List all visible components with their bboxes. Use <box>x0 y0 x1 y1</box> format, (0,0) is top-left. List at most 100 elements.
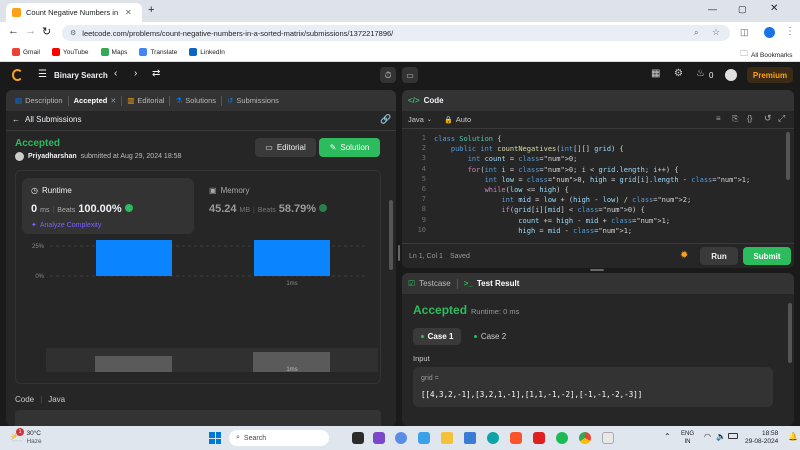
memory-card[interactable]: ▣ Memory 45.24 MB | Beats 58.79% <box>200 178 372 234</box>
volume-icon[interactable]: 🔈 <box>716 432 726 441</box>
battery-icon[interactable] <box>728 433 738 439</box>
app-icon[interactable] <box>602 432 614 444</box>
tab-description[interactable]: ▤ Description <box>10 96 68 105</box>
browser-tab[interactable]: Count Negative Numbers in a S ✕ <box>6 3 142 22</box>
chrome-menu-icon[interactable]: ⋮ <box>785 26 795 37</box>
show-hidden-icons-icon[interactable]: ⌃ <box>664 432 671 441</box>
taskbar-search[interactable]: ⌕ Search <box>229 430 329 446</box>
notifications-icon[interactable]: 🔔 <box>788 432 798 441</box>
braces-icon[interactable]: {} <box>747 114 752 123</box>
code-line: class Solution { <box>434 135 502 143</box>
tab-solutions[interactable]: ⚗ Solutions <box>170 96 221 105</box>
all-bookmarks[interactable]: 🗀 All Bookmarks <box>740 48 793 62</box>
bookmark-star-icon[interactable]: ☆ <box>712 27 720 38</box>
bookmark-label: LinkedIn <box>200 48 225 56</box>
windows-start-icon[interactable] <box>209 432 221 444</box>
username[interactable]: Priyadharshan <box>28 153 77 160</box>
edge-icon[interactable] <box>487 432 499 444</box>
pass-dot-icon <box>473 335 477 338</box>
leetcode-logo-icon[interactable] <box>12 69 23 81</box>
address-bar[interactable]: ⚙ leetcode.com/problems/count-negative-n… <box>62 25 730 41</box>
user-avatar[interactable] <box>725 69 737 81</box>
editor-scrollbar[interactable] <box>786 132 790 180</box>
copilot-app-icon[interactable] <box>395 432 407 444</box>
extensions-icon[interactable]: ◫ <box>740 27 749 38</box>
file-explorer-icon[interactable] <box>441 432 453 444</box>
chrome-icon[interactable] <box>579 432 591 444</box>
tab-testcase[interactable]: ☑ Testcase <box>408 279 451 288</box>
submit-button[interactable]: Submit <box>743 247 791 265</box>
profile-avatar[interactable] <box>764 27 775 38</box>
bookmark-youtube[interactable]: YouTube <box>51 48 89 56</box>
case-1-tab[interactable]: Case 1 <box>413 328 461 345</box>
format-icon[interactable]: ≡ <box>716 114 721 123</box>
solution-button[interactable]: ✎ Solution <box>319 138 380 157</box>
notes-icon[interactable]: ▭ <box>402 67 418 83</box>
settings-icon[interactable]: ⚙ <box>674 68 683 79</box>
date: 29-08-2024 <box>745 438 779 445</box>
weather-widget[interactable]: ⛅ 30°C Haze 1 <box>10 428 42 446</box>
youtube-app-icon[interactable] <box>533 432 545 444</box>
analyze-complexity-link[interactable]: ✦ Analyze Complexity <box>31 221 101 230</box>
editorial-button[interactable]: ▭ Editorial <box>255 138 316 157</box>
left-scrollbar[interactable] <box>389 200 393 270</box>
case-2-tab[interactable]: Case 2 <box>466 328 514 345</box>
prev-problem-icon[interactable]: ‹ <box>114 68 117 79</box>
runtime-card[interactable]: ◷ Runtime 0 ms | Beats 100.00% ✦ Analyze… <box>22 178 194 234</box>
runtime-unit: ms <box>40 207 50 214</box>
tab-editorial[interactable]: ▥ Editorial <box>122 96 169 105</box>
problem-list-title[interactable]: Binary Search <box>54 71 108 80</box>
search-icon: ⌕ <box>236 434 240 441</box>
all-submissions-link[interactable]: ← All Submissions <box>12 115 81 124</box>
maximize-icon[interactable]: ▢ <box>738 4 747 15</box>
autocomplete-toggle[interactable]: 🔒 Auto <box>444 115 471 124</box>
debug-bug-icon[interactable]: ✹ <box>680 250 688 261</box>
copilot-icon[interactable] <box>352 432 364 444</box>
fullscreen-icon[interactable]: ⤢ <box>778 113 785 124</box>
brave-icon[interactable] <box>510 432 522 444</box>
horizontal-resize-handle[interactable] <box>590 269 604 271</box>
clock[interactable]: 18:58 29-08-2024 <box>745 430 778 446</box>
bookmark-icon[interactable]: ⎘ <box>732 114 738 124</box>
store-icon[interactable] <box>464 432 476 444</box>
chart-bar[interactable] <box>254 240 330 276</box>
close-tab-icon[interactable]: ✕ <box>125 8 132 17</box>
photos-icon[interactable] <box>418 432 430 444</box>
reset-icon[interactable]: ↺ <box>764 113 772 124</box>
spotify-icon[interactable] <box>556 432 568 444</box>
tab-test-result[interactable]: >_ Test Result <box>464 279 520 288</box>
new-tab-icon[interactable]: + <box>148 4 154 16</box>
reload-icon[interactable]: ↻ <box>42 25 51 38</box>
share-link-icon[interactable]: 🔗 <box>380 114 391 125</box>
code-editor[interactable]: 1 class Solution {2 public int countNegat… <box>402 134 782 235</box>
zoom-icon[interactable]: ⌕ <box>694 28 698 38</box>
minimize-icon[interactable]: — <box>708 4 717 14</box>
result-scrollbar[interactable] <box>788 303 792 363</box>
language-indicator[interactable]: ENG IN <box>681 430 694 446</box>
bookmark-gmail[interactable]: Gmail <box>12 48 40 56</box>
timer-icon[interactable]: ⏱ <box>380 67 396 83</box>
tab-submissions[interactable]: ↺ Submissions <box>222 96 284 105</box>
site-info-icon[interactable]: ⚙ <box>70 29 76 37</box>
run-button[interactable]: Run <box>700 247 738 265</box>
layout-icon[interactable]: ▦ <box>651 68 660 79</box>
close-tab-icon[interactable]: ✕ <box>110 97 116 105</box>
language-select[interactable]: Java ⌄ <box>408 115 432 124</box>
bookmark-linkedin[interactable]: LinkedIn <box>189 48 225 56</box>
vertical-resize-handle[interactable] <box>398 245 400 261</box>
close-window-icon[interactable]: ✕ <box>770 3 778 14</box>
bookmark-translate[interactable]: Translate <box>139 48 177 56</box>
linkedin-icon <box>189 48 198 56</box>
tab-accepted[interactable]: Accepted ✕ <box>69 96 122 105</box>
streak-icon[interactable]: ♨ <box>696 68 705 79</box>
shuffle-icon[interactable]: ⇄ <box>152 68 160 79</box>
bookmark-maps[interactable]: Maps <box>100 48 127 56</box>
meet-icon[interactable] <box>373 432 385 444</box>
back-icon[interactable]: ← <box>8 25 19 37</box>
chart-bar[interactable] <box>96 240 172 276</box>
next-problem-icon[interactable]: › <box>134 68 137 79</box>
problem-list-icon[interactable]: ☰ <box>38 69 47 80</box>
wifi-icon[interactable]: ◠ <box>704 432 711 441</box>
premium-button[interactable]: Premium <box>747 67 793 83</box>
forward-icon[interactable]: → <box>25 25 36 37</box>
